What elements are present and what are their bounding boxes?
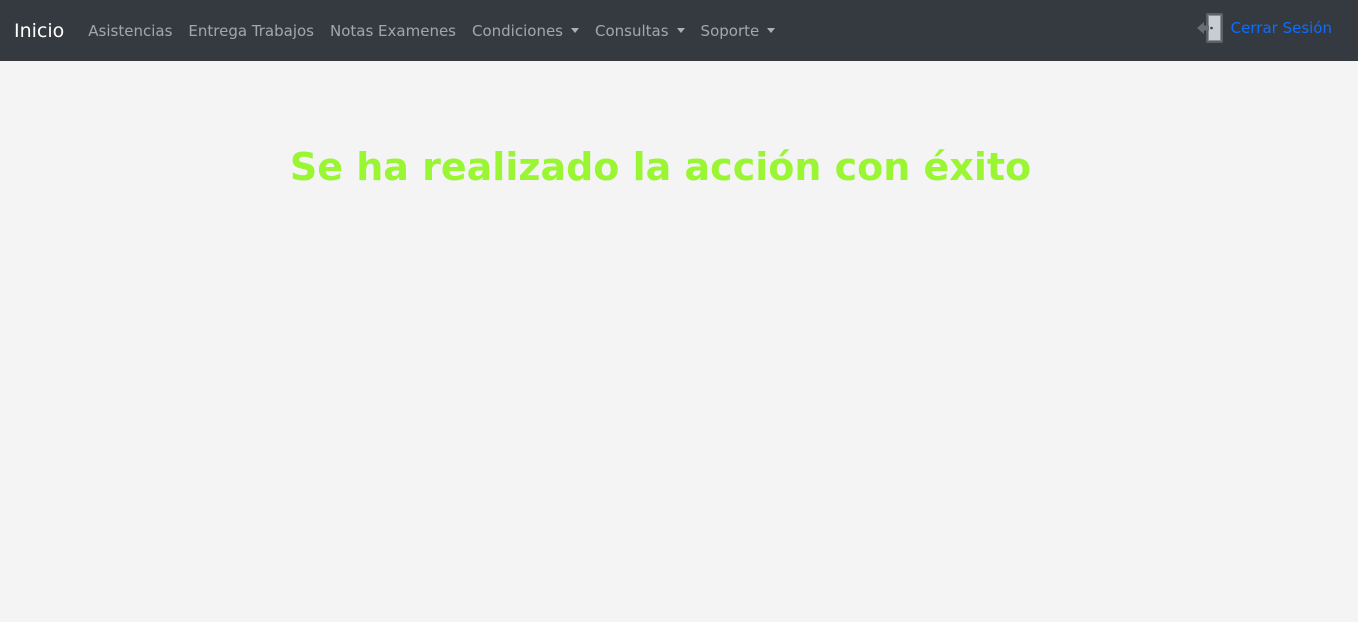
logout-link[interactable]: Cerrar Sesión	[1196, 12, 1332, 44]
nav-dropdown-consultas[interactable]: Consultas	[595, 22, 685, 40]
nav-link-entrega-trabajos[interactable]: Entrega Trabajos	[188, 22, 314, 40]
nav-menu: Asistencias Entrega Trabajos Notas Exame…	[88, 22, 776, 40]
logout-label: Cerrar Sesión	[1230, 19, 1332, 37]
nav-dropdown-soporte[interactable]: Soporte	[701, 22, 776, 40]
brand-home-link[interactable]: Inicio	[14, 20, 64, 42]
caret-down-icon	[767, 28, 776, 33]
top-navbar: Inicio Asistencias Entrega Trabajos Nota…	[0, 0, 1358, 61]
nav-dropdown-label: Soporte	[700, 21, 760, 40]
caret-down-icon	[676, 28, 685, 33]
success-message: Se ha realizado la acción con éxito	[289, 145, 1032, 189]
nav-link-notas-examenes[interactable]: Notas Examenes	[330, 22, 456, 40]
nav-link-asistencias[interactable]: Asistencias	[88, 22, 172, 40]
door-exit-icon	[1196, 13, 1223, 43]
nav-dropdown-condiciones[interactable]: Condiciones	[472, 22, 579, 40]
nav-dropdown-label: Condiciones	[472, 21, 563, 40]
nav-dropdown-label: Consultas	[595, 21, 669, 40]
caret-down-icon	[571, 28, 579, 33]
